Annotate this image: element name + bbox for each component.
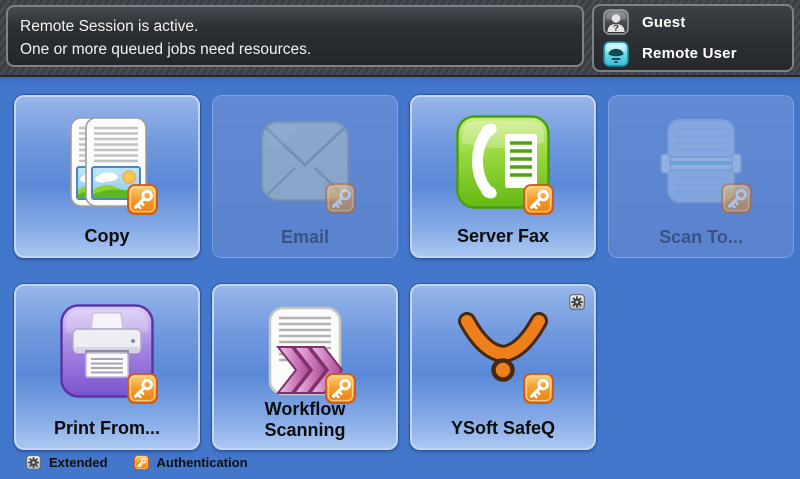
authentication-key-icon	[127, 184, 158, 215]
tile-label: Workflow Scanning	[214, 399, 396, 441]
tile-label: Copy	[77, 226, 138, 247]
guest-user-label: Guest	[642, 14, 686, 31]
tile-label: Print From...	[46, 418, 168, 439]
authentication-key-icon	[523, 373, 554, 404]
guest-user-button[interactable]: ? Guest	[594, 7, 792, 38]
service-tile-copy[interactable]: Copy	[14, 95, 200, 258]
badge-legend: Extended Authentication	[26, 452, 248, 472]
authentication-key-icon	[127, 373, 158, 404]
services-area: Copy Email	[0, 77, 800, 479]
status-message-box: Remote Session is active. One or more qu…	[6, 5, 584, 67]
authentication-key-icon	[523, 184, 554, 215]
service-tile-server-fax[interactable]: Server Fax	[410, 95, 596, 258]
status-message-line1: Remote Session is active.	[20, 15, 570, 38]
service-tile-workflow-scanning[interactable]: Workflow Scanning	[212, 284, 398, 450]
extended-gear-icon	[569, 294, 585, 310]
tile-label: Email	[273, 227, 337, 248]
gear-badge-icon	[26, 455, 41, 470]
tile-label: Server Fax	[449, 226, 557, 247]
status-bar: Remote Session is active. One or more qu…	[0, 0, 800, 77]
tile-label: YSoft SafeQ	[443, 418, 563, 439]
legend-extended-label: Extended	[49, 455, 108, 470]
status-message-line2: One or more queued jobs need resources.	[20, 38, 570, 61]
legend-authentication-label: Authentication	[157, 455, 248, 470]
svg-text:?: ?	[613, 23, 619, 34]
printer-home-screen: Remote Session is active. One or more qu…	[0, 0, 800, 479]
authentication-key-icon	[721, 183, 752, 214]
service-tile-print-from[interactable]: Print From...	[14, 284, 200, 450]
legend-item-authentication: Authentication	[134, 455, 248, 470]
service-tile-scan-to: Scan To...	[608, 95, 794, 258]
remote-user-button[interactable]: Remote User	[594, 38, 792, 69]
authentication-key-icon	[325, 373, 356, 404]
service-tile-ysoft-safeq[interactable]: YSoft SafeQ	[410, 284, 596, 450]
key-badge-icon	[134, 455, 149, 470]
authentication-key-icon	[325, 183, 356, 214]
guest-user-icon: ?	[603, 9, 629, 35]
remote-user-icon	[603, 41, 629, 67]
service-tile-email: Email	[212, 95, 398, 258]
legend-item-extended: Extended	[26, 455, 108, 470]
session-users-panel: ? Guest Remote User	[592, 4, 794, 72]
tile-label: Scan To...	[651, 227, 751, 248]
remote-user-label: Remote User	[642, 45, 737, 62]
